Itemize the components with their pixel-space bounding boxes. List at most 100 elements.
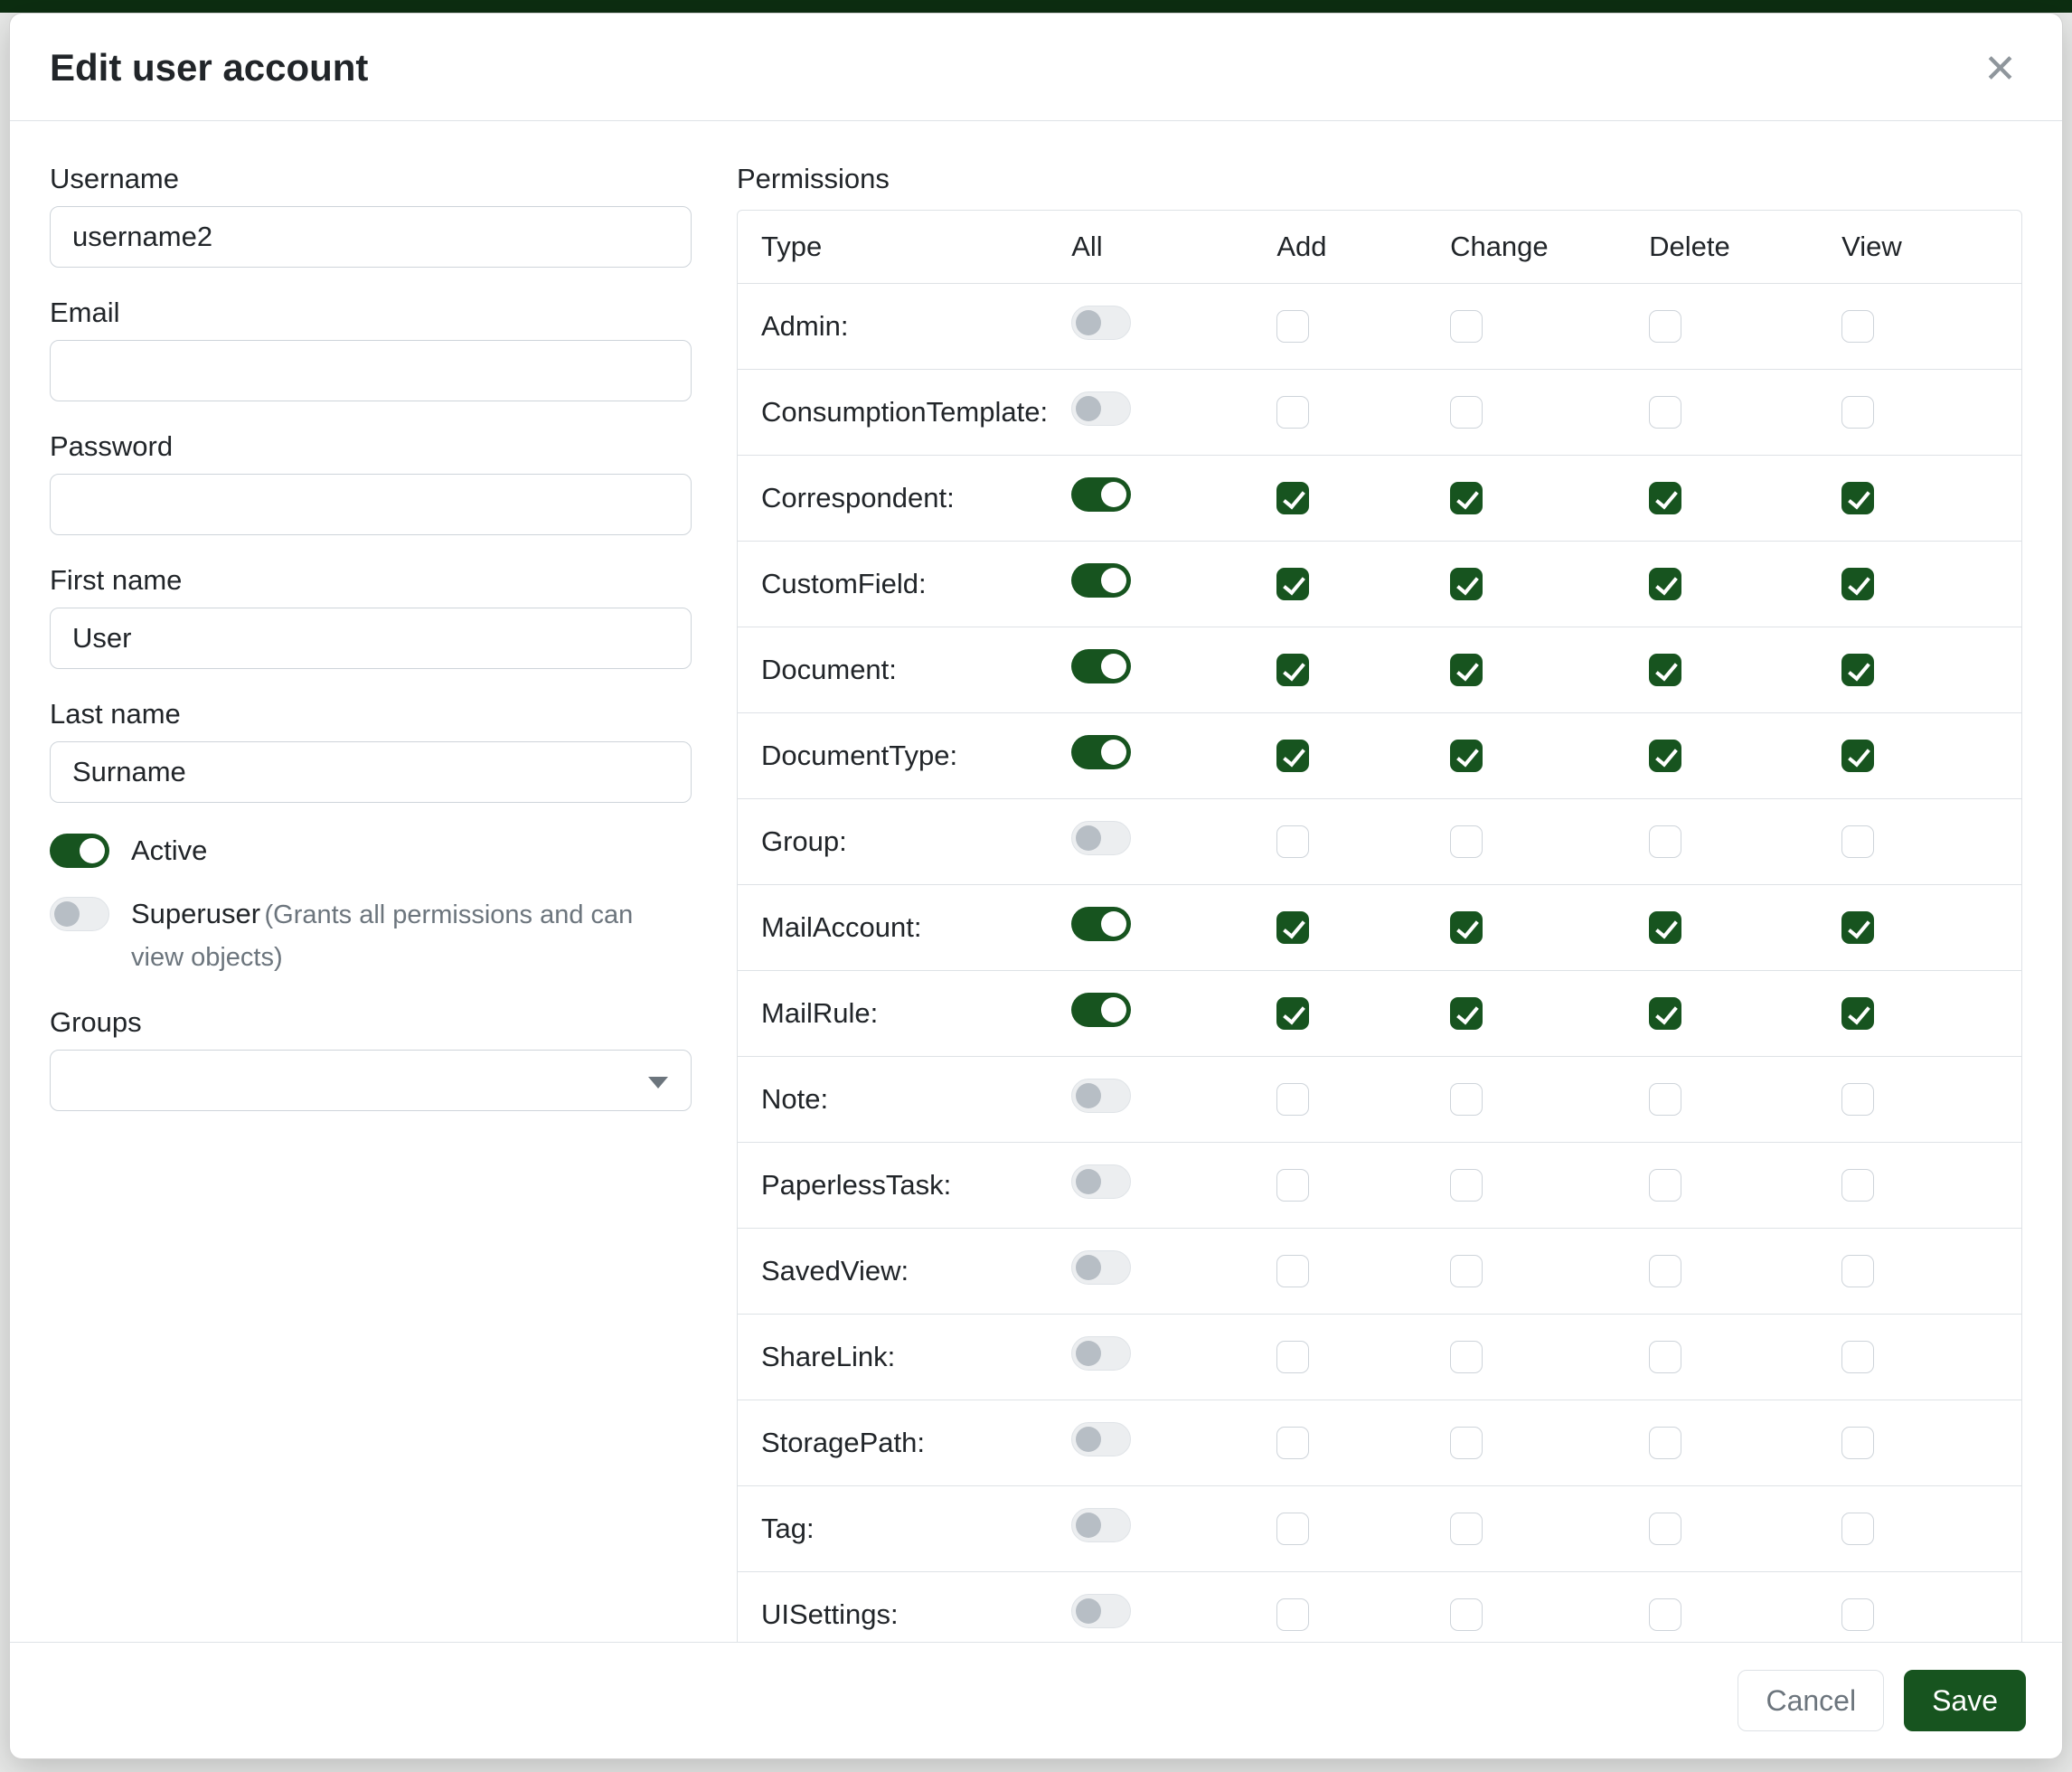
permission-view-checkbox[interactable] bbox=[1841, 825, 1874, 858]
permission-change-checkbox[interactable] bbox=[1450, 396, 1483, 429]
permission-view-checkbox[interactable] bbox=[1841, 1598, 1874, 1631]
permission-add-checkbox[interactable] bbox=[1276, 1427, 1309, 1459]
permission-delete-checkbox[interactable] bbox=[1649, 1255, 1681, 1287]
permission-add-checkbox[interactable] bbox=[1276, 1255, 1309, 1287]
permission-delete-checkbox[interactable] bbox=[1649, 1083, 1681, 1116]
permission-view-checkbox[interactable] bbox=[1841, 1255, 1874, 1287]
permission-delete-checkbox[interactable] bbox=[1649, 482, 1681, 514]
permission-change-checkbox[interactable] bbox=[1450, 568, 1483, 600]
permission-delete-checkbox[interactable] bbox=[1649, 1513, 1681, 1545]
permission-add-checkbox[interactable] bbox=[1276, 1598, 1309, 1631]
permission-delete-checkbox[interactable] bbox=[1649, 310, 1681, 343]
groups-label: Groups bbox=[50, 1006, 692, 1039]
permission-change-checkbox[interactable] bbox=[1450, 1169, 1483, 1202]
permission-view-checkbox[interactable] bbox=[1841, 310, 1874, 343]
permission-all-toggle[interactable] bbox=[1071, 907, 1131, 941]
permission-change-checkbox[interactable] bbox=[1450, 911, 1483, 944]
permission-all-toggle[interactable] bbox=[1071, 1594, 1131, 1628]
save-button[interactable]: Save bbox=[1904, 1670, 2026, 1731]
superuser-toggle[interactable] bbox=[50, 897, 109, 931]
superuser-label: Superuser bbox=[131, 898, 260, 929]
permission-delete-checkbox[interactable] bbox=[1649, 911, 1681, 944]
permission-view-checkbox[interactable] bbox=[1841, 482, 1874, 514]
permission-change-checkbox[interactable] bbox=[1450, 1341, 1483, 1373]
permission-row: Correspondent: bbox=[738, 455, 2021, 541]
permission-change-checkbox[interactable] bbox=[1450, 825, 1483, 858]
permission-view-checkbox[interactable] bbox=[1841, 1427, 1874, 1459]
permission-change-checkbox[interactable] bbox=[1450, 1255, 1483, 1287]
permission-all-toggle[interactable] bbox=[1071, 1079, 1131, 1113]
permission-add-checkbox[interactable] bbox=[1276, 568, 1309, 600]
permission-change-checkbox[interactable] bbox=[1450, 1513, 1483, 1545]
username-input[interactable] bbox=[50, 206, 692, 268]
permission-delete-checkbox[interactable] bbox=[1649, 568, 1681, 600]
permission-view-checkbox[interactable] bbox=[1841, 1169, 1874, 1202]
permission-all-toggle[interactable] bbox=[1071, 821, 1131, 855]
permission-delete-checkbox[interactable] bbox=[1649, 654, 1681, 686]
permission-all-toggle[interactable] bbox=[1071, 477, 1131, 512]
permission-view-checkbox[interactable] bbox=[1841, 396, 1874, 429]
column-header-add: Add bbox=[1276, 211, 1450, 283]
permission-row: UISettings: bbox=[738, 1571, 2021, 1642]
permission-all-toggle[interactable] bbox=[1071, 1336, 1131, 1371]
permission-all-toggle[interactable] bbox=[1071, 649, 1131, 683]
first-name-field[interactable] bbox=[50, 608, 692, 669]
close-icon[interactable]: ✕ bbox=[1978, 46, 2022, 93]
permission-delete-checkbox[interactable] bbox=[1649, 997, 1681, 1030]
permission-all-toggle[interactable] bbox=[1071, 306, 1131, 340]
permission-row: SavedView: bbox=[738, 1228, 2021, 1314]
permission-delete-checkbox[interactable] bbox=[1649, 1169, 1681, 1202]
permission-delete-checkbox[interactable] bbox=[1649, 825, 1681, 858]
permission-change-checkbox[interactable] bbox=[1450, 1083, 1483, 1116]
permission-add-checkbox[interactable] bbox=[1276, 1513, 1309, 1545]
permission-change-checkbox[interactable] bbox=[1450, 740, 1483, 772]
permission-add-checkbox[interactable] bbox=[1276, 1341, 1309, 1373]
email-field[interactable] bbox=[50, 340, 692, 401]
permission-all-toggle[interactable] bbox=[1071, 735, 1131, 769]
permission-all-toggle[interactable] bbox=[1071, 1422, 1131, 1456]
permission-all-toggle[interactable] bbox=[1071, 1508, 1131, 1542]
permission-change-checkbox[interactable] bbox=[1450, 1427, 1483, 1459]
password-field[interactable] bbox=[50, 474, 692, 535]
permission-add-checkbox[interactable] bbox=[1276, 997, 1309, 1030]
permission-row: Tag: bbox=[738, 1485, 2021, 1571]
permission-all-toggle[interactable] bbox=[1071, 391, 1131, 426]
permission-add-checkbox[interactable] bbox=[1276, 740, 1309, 772]
permission-all-toggle[interactable] bbox=[1071, 1164, 1131, 1199]
permission-all-toggle[interactable] bbox=[1071, 993, 1131, 1027]
permission-view-checkbox[interactable] bbox=[1841, 654, 1874, 686]
permission-delete-checkbox[interactable] bbox=[1649, 1598, 1681, 1631]
permission-add-checkbox[interactable] bbox=[1276, 482, 1309, 514]
permission-add-checkbox[interactable] bbox=[1276, 654, 1309, 686]
permission-change-checkbox[interactable] bbox=[1450, 997, 1483, 1030]
permission-type-label: Correspondent: bbox=[738, 455, 1071, 541]
permission-add-checkbox[interactable] bbox=[1276, 911, 1309, 944]
permission-all-toggle[interactable] bbox=[1071, 563, 1131, 598]
cancel-button[interactable]: Cancel bbox=[1738, 1670, 1884, 1731]
permission-add-checkbox[interactable] bbox=[1276, 1169, 1309, 1202]
permission-add-checkbox[interactable] bbox=[1276, 1083, 1309, 1116]
permission-change-checkbox[interactable] bbox=[1450, 654, 1483, 686]
permission-add-checkbox[interactable] bbox=[1276, 310, 1309, 343]
permission-view-checkbox[interactable] bbox=[1841, 568, 1874, 600]
permission-change-checkbox[interactable] bbox=[1450, 482, 1483, 514]
permission-delete-checkbox[interactable] bbox=[1649, 1341, 1681, 1373]
permission-view-checkbox[interactable] bbox=[1841, 740, 1874, 772]
permission-change-checkbox[interactable] bbox=[1450, 310, 1483, 343]
permission-delete-checkbox[interactable] bbox=[1649, 740, 1681, 772]
permission-type-label: UISettings: bbox=[738, 1571, 1071, 1642]
permission-all-toggle[interactable] bbox=[1071, 1250, 1131, 1285]
permission-add-checkbox[interactable] bbox=[1276, 825, 1309, 858]
permission-view-checkbox[interactable] bbox=[1841, 1341, 1874, 1373]
permission-view-checkbox[interactable] bbox=[1841, 911, 1874, 944]
groups-select[interactable] bbox=[50, 1050, 692, 1111]
permission-view-checkbox[interactable] bbox=[1841, 997, 1874, 1030]
permission-add-checkbox[interactable] bbox=[1276, 396, 1309, 429]
permission-delete-checkbox[interactable] bbox=[1649, 396, 1681, 429]
permission-delete-checkbox[interactable] bbox=[1649, 1427, 1681, 1459]
permission-change-checkbox[interactable] bbox=[1450, 1598, 1483, 1631]
active-toggle[interactable] bbox=[50, 834, 109, 868]
permission-view-checkbox[interactable] bbox=[1841, 1083, 1874, 1116]
last-name-field[interactable] bbox=[50, 741, 692, 803]
permission-view-checkbox[interactable] bbox=[1841, 1513, 1874, 1545]
